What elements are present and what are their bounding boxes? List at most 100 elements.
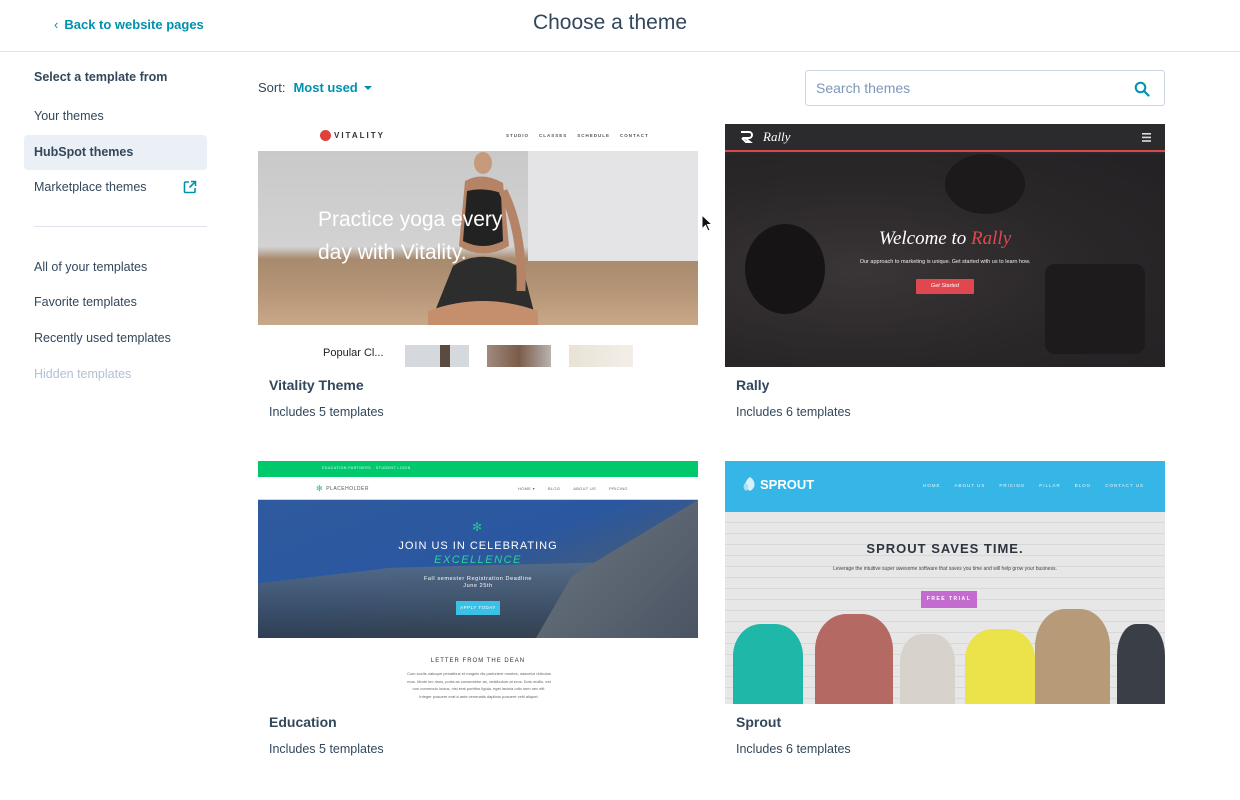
sidebar-divider — [34, 226, 207, 227]
sidebar-item-label: HubSpot themes — [34, 145, 134, 159]
preview-utility-bar: EDUCATION PARTNERS STUDENT LOGIN — [258, 461, 698, 477]
subtext-line: Fall semester Registration Deadline — [423, 576, 533, 582]
placeholder-logo: ✻ PLACEHOLDER — [316, 484, 369, 493]
search-icon[interactable] — [1134, 81, 1150, 97]
preview-section-label: Popular Cl... — [323, 347, 384, 359]
preview-subtext: Our approach to marketing is unique. Get… — [859, 259, 1031, 265]
theme-card-education[interactable]: EDUCATION PARTNERS STUDENT LOGIN ✻ PLACE… — [258, 461, 698, 761]
theme-template-count: Includes 6 templates — [736, 742, 851, 756]
preview-headline: JOIN US IN CELEBRATING — [398, 540, 558, 552]
preview-tile-image — [487, 345, 551, 367]
person-image — [1035, 609, 1110, 704]
preview-headline-accent: EXCELLENCE — [434, 554, 522, 566]
theme-preview-sprout[interactable]: SPROUT HOME ABOUT US PRICING PILLAR BLOG… — [725, 461, 1165, 704]
top-bar: ‹ Back to website pages Choose a theme — [0, 0, 1240, 52]
sprout-leaf-icon — [743, 477, 755, 491]
theme-preview-education[interactable]: EDUCATION PARTNERS STUDENT LOGIN ✻ PLACE… — [258, 461, 698, 704]
preview-brand: Rally — [763, 129, 791, 144]
hero-silhouette — [1045, 264, 1145, 354]
sidebar-item-all-templates[interactable]: All of your templates — [24, 250, 207, 285]
preview-nav: ✻ PLACEHOLDER HOME ▾ BLOG ABOUT US PRICI… — [258, 477, 698, 500]
preview-nav-link: CONTACT US — [1105, 483, 1145, 488]
theme-template-count: Includes 5 templates — [269, 742, 384, 756]
theme-name[interactable]: Vitality Theme — [269, 377, 364, 393]
person-image — [815, 614, 893, 704]
preview-nav-link: CLASSES — [539, 133, 568, 138]
theme-name[interactable]: Education — [269, 714, 337, 730]
preview-nav-link: HOME ▾ — [518, 486, 535, 491]
person-image — [1117, 624, 1165, 704]
person-image — [965, 629, 1035, 704]
preview-section-body: Cum sociis natoque penatibus et magnis d… — [407, 671, 551, 699]
theme-template-count: Includes 5 templates — [269, 405, 384, 419]
preview-nav: SPROUT HOME ABOUT US PRICING PILLAR BLOG… — [725, 461, 1165, 512]
rally-logo: Rally — [739, 129, 790, 145]
sidebar-item-hubspot-themes[interactable]: HubSpot themes — [24, 135, 207, 170]
preview-nav-link: BLOG — [1074, 483, 1092, 488]
preview-nav-link: PRICING — [609, 486, 628, 491]
preview-hero-image: Practice yoga every day with Vitality. — [258, 151, 698, 325]
preview-nav-link: PRICING — [999, 483, 1026, 488]
theme-name[interactable]: Sprout — [736, 714, 781, 730]
sidebar-item-your-themes[interactable]: Your themes — [24, 99, 207, 134]
person-image — [900, 634, 955, 704]
preview-hero-image: ✻ JOIN US IN CELEBRATING EXCELLENCE Fall… — [258, 500, 698, 638]
preview-cta: FREE TRIAL — [921, 591, 977, 608]
preview-utility-link: STUDENT LOGIN — [376, 466, 411, 470]
sort-dropdown[interactable]: Most used — [293, 80, 372, 95]
hero-background — [528, 151, 698, 261]
preview-subtext: Leverage the intuitive super awesome sof… — [833, 566, 1057, 572]
preview-section-heading: LETTER FROM THE DEAN — [430, 658, 526, 664]
sidebar-item-recently-used-templates[interactable]: Recently used templates — [24, 321, 207, 356]
sidebar-item-label: Marketplace themes — [34, 180, 147, 194]
external-link-icon — [183, 180, 197, 194]
vitality-logo: VITALITY — [320, 130, 385, 141]
sidebar-item-favorite-templates[interactable]: Favorite templates — [24, 285, 207, 320]
preview-nav: Rally — [725, 124, 1165, 152]
preview-section: LETTER FROM THE DEAN Cum sociis natoque … — [258, 638, 698, 704]
sidebar-item-marketplace-themes[interactable]: Marketplace themes — [24, 170, 207, 205]
subtext-line: June 25th — [463, 583, 493, 589]
mouse-cursor-icon — [701, 214, 713, 232]
preview-brand: SPROUT — [760, 476, 815, 492]
search-themes-input[interactable] — [806, 71, 1106, 105]
theme-card-rally[interactable]: Rally Welcome to Rally Our approach to m… — [725, 124, 1165, 424]
preview-nav-link: CONTACT — [620, 133, 649, 138]
snowflake-logo-icon: ✻ — [316, 484, 324, 493]
preview-headline: Welcome to Rally — [725, 228, 1165, 250]
preview-nav-links: HOME ▾ BLOG ABOUT US PRICING — [518, 486, 628, 491]
sidebar-item-label: Your themes — [34, 109, 104, 123]
preview-nav-link: BLOG — [547, 486, 561, 491]
preview-nav: VITALITY STUDIO CLASSES SCHEDULE CONTACT — [258, 124, 698, 151]
sidebar-item-label: Recently used templates — [34, 331, 171, 345]
headline-accent: Rally — [971, 228, 1012, 249]
preview-nav-link: SCHEDULE — [577, 133, 611, 138]
sidebar-item-label: All of your templates — [34, 260, 148, 274]
vitality-logo-icon — [320, 130, 331, 141]
sprout-logo: SPROUT — [743, 476, 814, 492]
theme-card-sprout[interactable]: SPROUT HOME ABOUT US PRICING PILLAR BLOG… — [725, 461, 1165, 761]
preview-section: Popular Cl... — [258, 325, 698, 367]
preview-tile-image — [405, 345, 469, 367]
sidebar-item-label: Hidden templates — [34, 367, 132, 381]
preview-nav-link: HOME — [923, 483, 941, 488]
sort-value: Most used — [293, 80, 358, 95]
preview-nav-link: PILLAR — [1039, 483, 1061, 488]
headline-text: Welcome to — [878, 228, 972, 249]
preview-nav-links: STUDIO CLASSES SCHEDULE CONTACT — [506, 133, 649, 138]
preview-cta: Get Started — [916, 279, 974, 294]
sidebar-item-label: Favorite templates — [34, 295, 137, 309]
theme-template-count: Includes 6 templates — [736, 405, 851, 419]
page-title: Choose a theme — [532, 11, 688, 34]
theme-card-vitality[interactable]: VITALITY STUDIO CLASSES SCHEDULE CONTACT… — [258, 124, 698, 424]
hero-silhouette — [945, 154, 1025, 214]
preview-cta: APPLY TODAY — [456, 601, 500, 615]
theme-preview-vitality[interactable]: VITALITY STUDIO CLASSES SCHEDULE CONTACT… — [258, 124, 698, 367]
theme-name[interactable]: Rally — [736, 377, 769, 393]
sort-label: Sort: — [258, 80, 286, 95]
snowflake-icon: ✻ — [472, 520, 483, 534]
preview-subtext: Fall semester Registration Deadline June… — [258, 576, 698, 590]
sort-control: Sort: Most used — [258, 80, 372, 95]
theme-preview-rally[interactable]: Rally Welcome to Rally Our approach to m… — [725, 124, 1165, 367]
rally-logo-icon — [741, 131, 753, 143]
